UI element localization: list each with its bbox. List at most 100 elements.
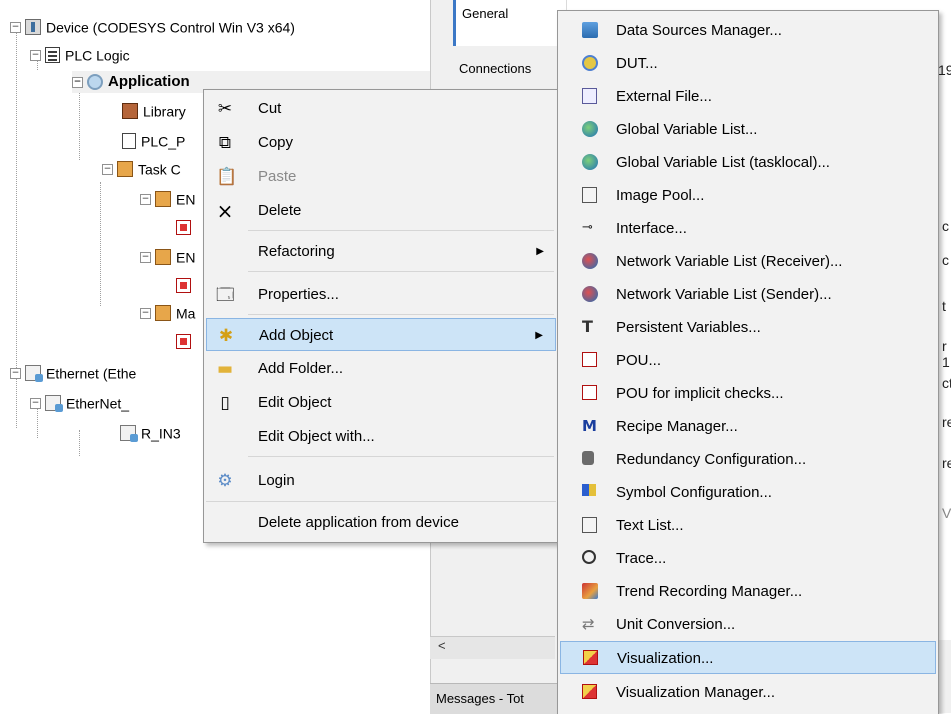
submenu-item-nvl-sender[interactable]: Network Variable List (Sender)... xyxy=(560,278,936,311)
library-icon xyxy=(122,103,138,120)
editor-text-fragment: r 1 xyxy=(942,338,950,370)
menu-item-properties[interactable]: 🗔 Properties... xyxy=(206,278,556,311)
task-icon xyxy=(155,191,171,208)
collapse-icon[interactable]: − xyxy=(72,76,83,88)
submenu-item-persistent-variables[interactable]: T Persistent Variables... xyxy=(560,311,936,344)
menu-item-add-object[interactable]: ✱ Add Object ▶ xyxy=(206,318,556,351)
properties-icon: 🗔 xyxy=(216,285,235,305)
menu-separator xyxy=(248,271,554,272)
tree-node-ethernet-ip[interactable]: − EtherNet_ xyxy=(30,391,129,413)
submenu-item-interface[interactable]: ⊸ Interface... xyxy=(560,212,936,245)
pou-implicit-icon xyxy=(582,385,597,400)
submenu-item-recipe-manager[interactable]: M Recipe Manager... xyxy=(560,410,936,443)
editor-text-fragment: t xyxy=(942,298,946,314)
tab-general[interactable]: General xyxy=(453,0,572,46)
application-icon xyxy=(87,74,103,91)
tab-connections[interactable]: Connections xyxy=(453,48,569,90)
collapse-icon[interactable]: − xyxy=(10,21,21,33)
collapse-icon[interactable]: − xyxy=(10,367,21,379)
collapse-icon[interactable]: − xyxy=(30,49,41,61)
dut-icon xyxy=(582,55,598,71)
text-list-icon xyxy=(582,517,597,533)
editor-text-fragment: 19 xyxy=(938,62,951,78)
collapse-icon[interactable]: − xyxy=(140,251,151,263)
copy-icon: ⧉ xyxy=(218,133,232,153)
editor-text-fragment: re xyxy=(942,414,951,430)
submenu-item-data-sources-manager[interactable]: Data Sources Manager... xyxy=(560,14,936,47)
menu-separator xyxy=(248,230,554,231)
submenu-item-global-variable-list[interactable]: Global Variable List... xyxy=(560,113,936,146)
pou-call-icon xyxy=(176,277,191,293)
pou-call-icon xyxy=(176,219,191,235)
trend-recording-icon xyxy=(582,583,598,599)
menu-item-login[interactable]: ⚙ Login xyxy=(206,464,556,497)
messages-label: Messages - Tot xyxy=(436,691,524,706)
submenu-item-visualization-manager[interactable]: Visualization Manager... xyxy=(560,676,936,709)
delete-icon: × xyxy=(216,199,234,223)
tree-node-task-3[interactable]: − Ma xyxy=(140,301,195,323)
submenu-item-gvl-tasklocal[interactable]: Global Variable List (tasklocal)... xyxy=(560,146,936,179)
editor-text-fragment: c xyxy=(942,252,949,268)
data-sources-icon xyxy=(582,22,598,38)
pou-call-icon xyxy=(176,333,191,349)
submenu-item-trace[interactable]: Trace... xyxy=(560,542,936,575)
submenu-item-external-file[interactable]: External File... xyxy=(560,80,936,113)
submenu-item-pou-implicit-checks[interactable]: POU for implicit checks... xyxy=(560,377,936,410)
submenu-item-image-pool[interactable]: Image Pool... xyxy=(560,179,936,212)
tree-node-r-in[interactable]: R_IN3 xyxy=(120,421,181,443)
task-configuration-icon xyxy=(117,161,133,178)
visualization-icon xyxy=(583,650,598,665)
editor-text-fragment: V xyxy=(942,505,951,521)
editor-text-fragment: ct xyxy=(942,375,951,391)
recipe-manager-icon: M xyxy=(582,417,597,435)
submenu-item-visualization[interactable]: Visualization... xyxy=(560,641,936,674)
submenu-item-nvl-receiver[interactable]: Network Variable List (Receiver)... xyxy=(560,245,936,278)
collapse-icon[interactable]: − xyxy=(140,307,151,319)
task-icon xyxy=(155,249,171,266)
menu-item-edit-object-with[interactable]: Edit Object with... xyxy=(206,420,556,453)
submenu-item-trend-recording-manager[interactable]: Trend Recording Manager... xyxy=(560,575,936,608)
submenu-item-pou[interactable]: POU... xyxy=(560,344,936,377)
tree-node-plc-logic[interactable]: − PLC Logic xyxy=(30,43,130,65)
trace-icon xyxy=(582,550,596,564)
editor-text-fragment: c xyxy=(942,218,949,234)
tree-node-library[interactable]: Library xyxy=(122,99,186,121)
menu-item-refactoring[interactable]: Refactoring ▶ xyxy=(206,235,556,268)
messages-tab[interactable]: Messages - Tot xyxy=(430,683,560,714)
ethernet-ip-icon xyxy=(45,395,63,413)
collapse-icon[interactable]: − xyxy=(102,163,113,175)
collapse-icon[interactable]: − xyxy=(140,193,151,205)
collapse-icon[interactable]: − xyxy=(30,397,41,409)
menu-item-add-folder[interactable]: ▬ Add Folder... xyxy=(206,352,556,385)
submenu-item-redundancy-configuration[interactable]: Redundancy Configuration... xyxy=(560,443,936,476)
tree-node-task-2-call[interactable] xyxy=(176,273,196,295)
tree-node-task-3-call[interactable] xyxy=(176,329,196,351)
scroll-left-icon[interactable]: < xyxy=(438,638,446,653)
tree-node-task-2[interactable]: − EN xyxy=(140,245,195,267)
menu-item-edit-object[interactable]: ▯ Edit Object xyxy=(206,386,556,419)
tree-node-task-config[interactable]: − Task C xyxy=(102,157,181,179)
submenu-item-dut[interactable]: DUT... xyxy=(560,47,936,80)
menu-separator xyxy=(248,314,554,315)
menu-item-copy[interactable]: ⧉ Copy xyxy=(206,126,556,159)
tree-node-task-1-call[interactable] xyxy=(176,215,196,237)
tree-node-ethernet[interactable]: − Ethernet (Ethe xyxy=(10,361,136,383)
external-file-icon xyxy=(582,88,597,104)
menu-item-delete-application[interactable]: Delete application from device xyxy=(206,506,556,539)
tree-node-device[interactable]: − Device (CODESYS Control Win V3 x64) xyxy=(10,15,295,37)
edit-object-icon: ▯ xyxy=(220,393,230,413)
nvl-sender-icon xyxy=(582,286,598,302)
menu-item-cut[interactable]: ✂ Cut xyxy=(206,92,556,125)
scissors-icon: ✂ xyxy=(217,99,233,119)
login-icon: ⚙ xyxy=(217,471,233,491)
menu-item-delete[interactable]: × Delete xyxy=(206,194,556,227)
tree-node-task-1[interactable]: − EN xyxy=(140,187,195,209)
tree-node-plc-prg[interactable]: PLC_P xyxy=(122,129,185,151)
horizontal-scrollbar[interactable]: < xyxy=(430,636,555,659)
plc-logic-icon xyxy=(45,47,60,64)
submenu-item-symbol-configuration[interactable]: Symbol Configuration... xyxy=(560,476,936,509)
add-object-submenu: Data Sources Manager... DUT... External … xyxy=(557,10,939,714)
submenu-item-unit-conversion[interactable]: ⇄ Unit Conversion... xyxy=(560,608,936,641)
menu-item-paste[interactable]: 📋 Paste xyxy=(206,160,556,193)
submenu-item-text-list[interactable]: Text List... xyxy=(560,509,936,542)
